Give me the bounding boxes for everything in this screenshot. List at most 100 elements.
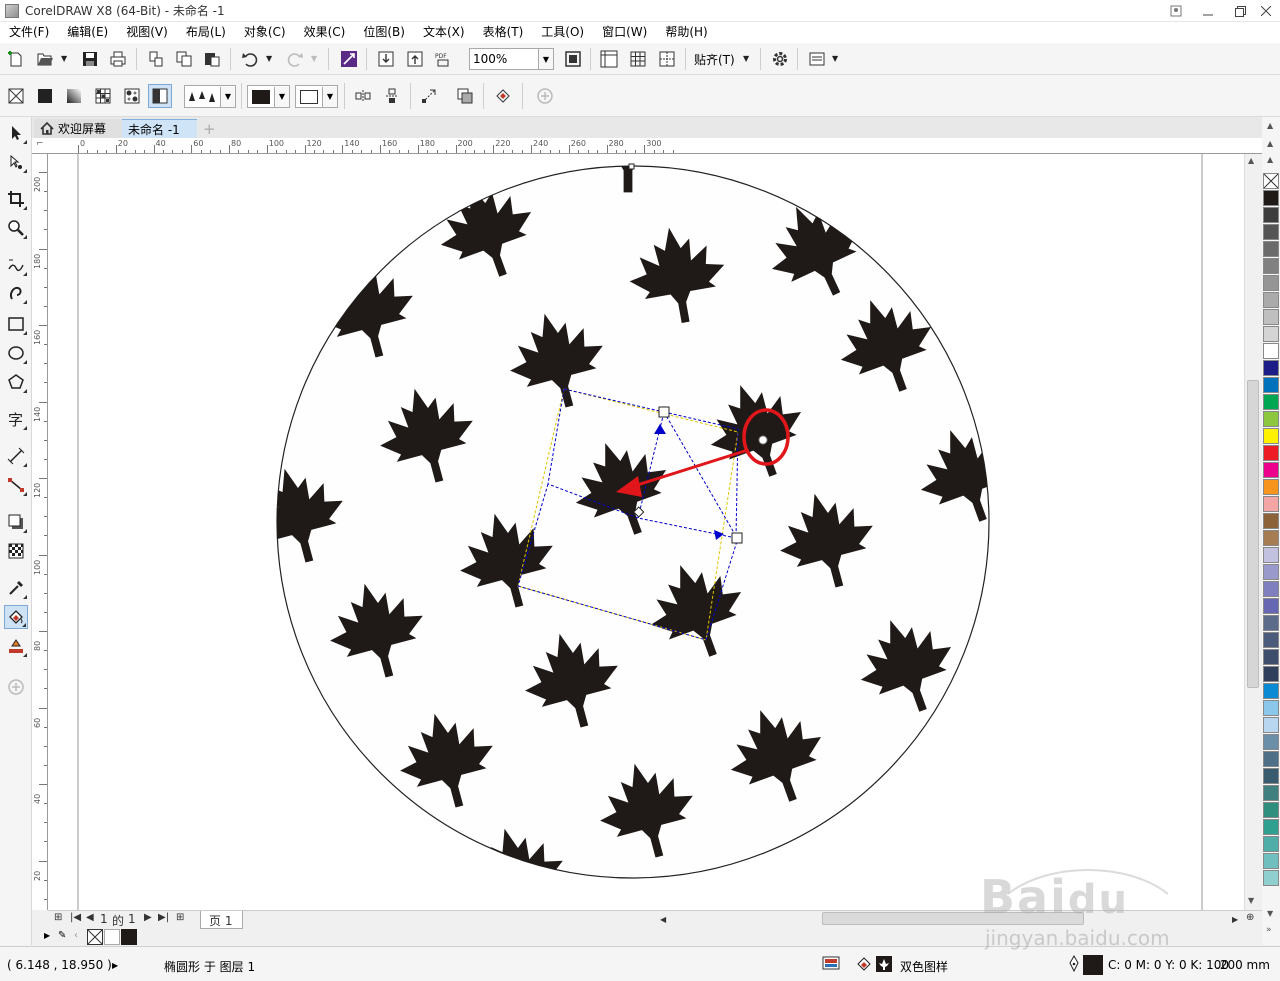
zoom-to-fit-icon[interactable]: ⊕ xyxy=(1246,912,1254,923)
color-swatch[interactable] xyxy=(1263,768,1279,784)
vector-pattern-fill-icon[interactable] xyxy=(91,84,115,108)
color-swatch[interactable] xyxy=(1263,700,1279,716)
parallel-dimension-tool-icon[interactable] xyxy=(4,444,28,468)
new-document-icon[interactable] xyxy=(4,47,28,71)
menu-table[interactable]: 表格(T) xyxy=(474,22,533,43)
open-icon[interactable] xyxy=(33,47,57,71)
new-tab-button[interactable]: + xyxy=(200,119,218,138)
interactive-fill-tool-icon[interactable] xyxy=(4,605,28,629)
color-swatch[interactable] xyxy=(1263,343,1279,359)
menu-bitmaps[interactable]: 位图(B) xyxy=(354,22,414,43)
color-swatch[interactable] xyxy=(1263,360,1279,376)
transform-with-object-icon[interactable] xyxy=(417,84,441,108)
color-swatch[interactable] xyxy=(1263,632,1279,648)
uniform-fill-icon[interactable] xyxy=(33,84,57,108)
doc-palette-white-swatch[interactable] xyxy=(104,929,120,945)
cut-icon[interactable] xyxy=(144,47,168,71)
close-button[interactable] xyxy=(1250,0,1280,22)
transparency-tool-icon[interactable] xyxy=(4,539,28,563)
tab-document[interactable]: 未命名 -1 xyxy=(122,119,197,138)
color-swatch[interactable] xyxy=(1263,802,1279,818)
color-swatch[interactable] xyxy=(1263,598,1279,614)
minimize-button[interactable] xyxy=(1192,0,1224,22)
mirror-tiles-horizontal-icon[interactable] xyxy=(351,84,375,108)
show-guidelines-icon[interactable] xyxy=(655,47,679,71)
add-tool-icon[interactable] xyxy=(4,675,28,699)
color-swatch[interactable] xyxy=(1263,377,1279,393)
quick-customize-icon[interactable] xyxy=(533,84,557,108)
color-swatch[interactable] xyxy=(1263,717,1279,733)
no-fill-icon[interactable] xyxy=(4,84,28,108)
menu-object[interactable]: 对象(C) xyxy=(235,22,295,43)
color-swatch[interactable] xyxy=(1263,292,1279,308)
background-color-picker[interactable]: ▼ xyxy=(295,85,338,108)
color-swatch[interactable] xyxy=(1263,547,1279,563)
menu-effects[interactable]: 效果(C) xyxy=(295,22,355,43)
snap-dropdown-icon[interactable]: ▼ xyxy=(743,54,749,63)
doc-palette-menu-icon[interactable]: ▶ xyxy=(44,931,50,940)
account-icon[interactable] xyxy=(1160,0,1192,22)
show-rulers-icon[interactable] xyxy=(597,47,621,71)
two-color-pattern-fill-icon[interactable] xyxy=(148,84,172,108)
add-page-after-icon[interactable]: ⊞ xyxy=(176,912,184,923)
color-swatch[interactable] xyxy=(1263,309,1279,325)
menu-help[interactable]: 帮助(H) xyxy=(656,22,716,43)
palette-scroll-down-icon[interactable]: ▼ xyxy=(1267,909,1273,918)
doc-palette-eyedropper-icon[interactable]: ✎ xyxy=(58,930,66,941)
doc-palette-black-swatch[interactable] xyxy=(121,929,137,945)
vertical-scrollbar[interactable]: ▲ ▼ xyxy=(1244,154,1261,910)
color-proof-icon[interactable] xyxy=(822,956,840,973)
artistic-media-tool-icon[interactable] xyxy=(4,281,28,305)
connector-tool-icon[interactable] xyxy=(4,473,28,497)
menu-view[interactable]: 视图(V) xyxy=(117,22,177,43)
menu-tools[interactable]: 工具(O) xyxy=(532,22,593,43)
color-swatch[interactable] xyxy=(1263,275,1279,291)
color-swatch[interactable] xyxy=(1263,564,1279,580)
drop-shadow-tool-icon[interactable] xyxy=(4,510,28,534)
ellipse-node[interactable] xyxy=(628,163,635,170)
outline-color-swatch[interactable] xyxy=(1083,955,1103,975)
pick-tool-icon[interactable] xyxy=(4,121,28,145)
copy-icon[interactable] xyxy=(172,47,196,71)
first-page-icon[interactable]: |◀ xyxy=(70,912,81,923)
redo-dropdown-icon[interactable]: ▼ xyxy=(311,54,317,63)
color-swatch[interactable] xyxy=(1263,326,1279,342)
color-swatch[interactable] xyxy=(1263,819,1279,835)
color-swatch[interactable] xyxy=(1263,530,1279,546)
zoom-tool-icon[interactable] xyxy=(4,216,28,240)
vertical-ruler[interactable]: 200 180 160 140 120 100 80 60 40 20 xyxy=(32,154,48,910)
scroll-up-icon[interactable]: ▲ xyxy=(1248,156,1254,165)
next-page-icon[interactable]: ▶ xyxy=(144,912,152,923)
undo-icon[interactable] xyxy=(238,47,262,71)
drawing-canvas[interactable] xyxy=(48,154,1244,910)
color-swatch[interactable] xyxy=(1263,649,1279,665)
no-color-swatch[interactable] xyxy=(1263,173,1279,189)
pattern-picker[interactable]: ▼ xyxy=(184,85,236,108)
edit-fill-icon[interactable] xyxy=(453,84,477,108)
status-expand-icon[interactable]: ▶ xyxy=(112,961,118,970)
zoom-level-select[interactable]: 100% ▼ xyxy=(469,48,554,70)
color-swatch[interactable] xyxy=(1263,190,1279,206)
current-page[interactable]: 1 xyxy=(100,912,108,926)
fill-handle-node[interactable] xyxy=(731,532,743,544)
color-swatch[interactable] xyxy=(1263,207,1279,223)
smart-fill-tool-icon[interactable] xyxy=(4,634,28,658)
color-swatch[interactable] xyxy=(1263,462,1279,478)
color-swatch[interactable] xyxy=(1263,853,1279,869)
color-swatch[interactable] xyxy=(1263,615,1279,631)
tab-welcome-screen[interactable]: 欢迎屏幕 xyxy=(34,119,122,138)
color-swatch[interactable] xyxy=(1263,513,1279,529)
horizontal-ruler[interactable]: ⌐ 0 20 40 60 80 100 120 140 160 180 200 220 240 260 28… xyxy=(32,138,1262,154)
ruler-origin-icon[interactable]: ⌐ xyxy=(36,139,44,149)
mirror-tiles-vertical-icon[interactable] xyxy=(380,84,404,108)
redo-icon[interactable] xyxy=(283,47,307,71)
import-icon[interactable] xyxy=(374,47,398,71)
application-launcher-icon[interactable] xyxy=(805,47,829,71)
gear-icon[interactable] xyxy=(768,47,792,71)
color-swatch[interactable] xyxy=(1263,496,1279,512)
vertical-scroll-thumb[interactable] xyxy=(1247,380,1259,688)
copy-fill-icon[interactable] xyxy=(491,84,515,108)
pen-icon[interactable] xyxy=(1068,954,1080,976)
color-swatch[interactable] xyxy=(1263,428,1279,444)
color-swatch[interactable] xyxy=(1263,411,1279,427)
